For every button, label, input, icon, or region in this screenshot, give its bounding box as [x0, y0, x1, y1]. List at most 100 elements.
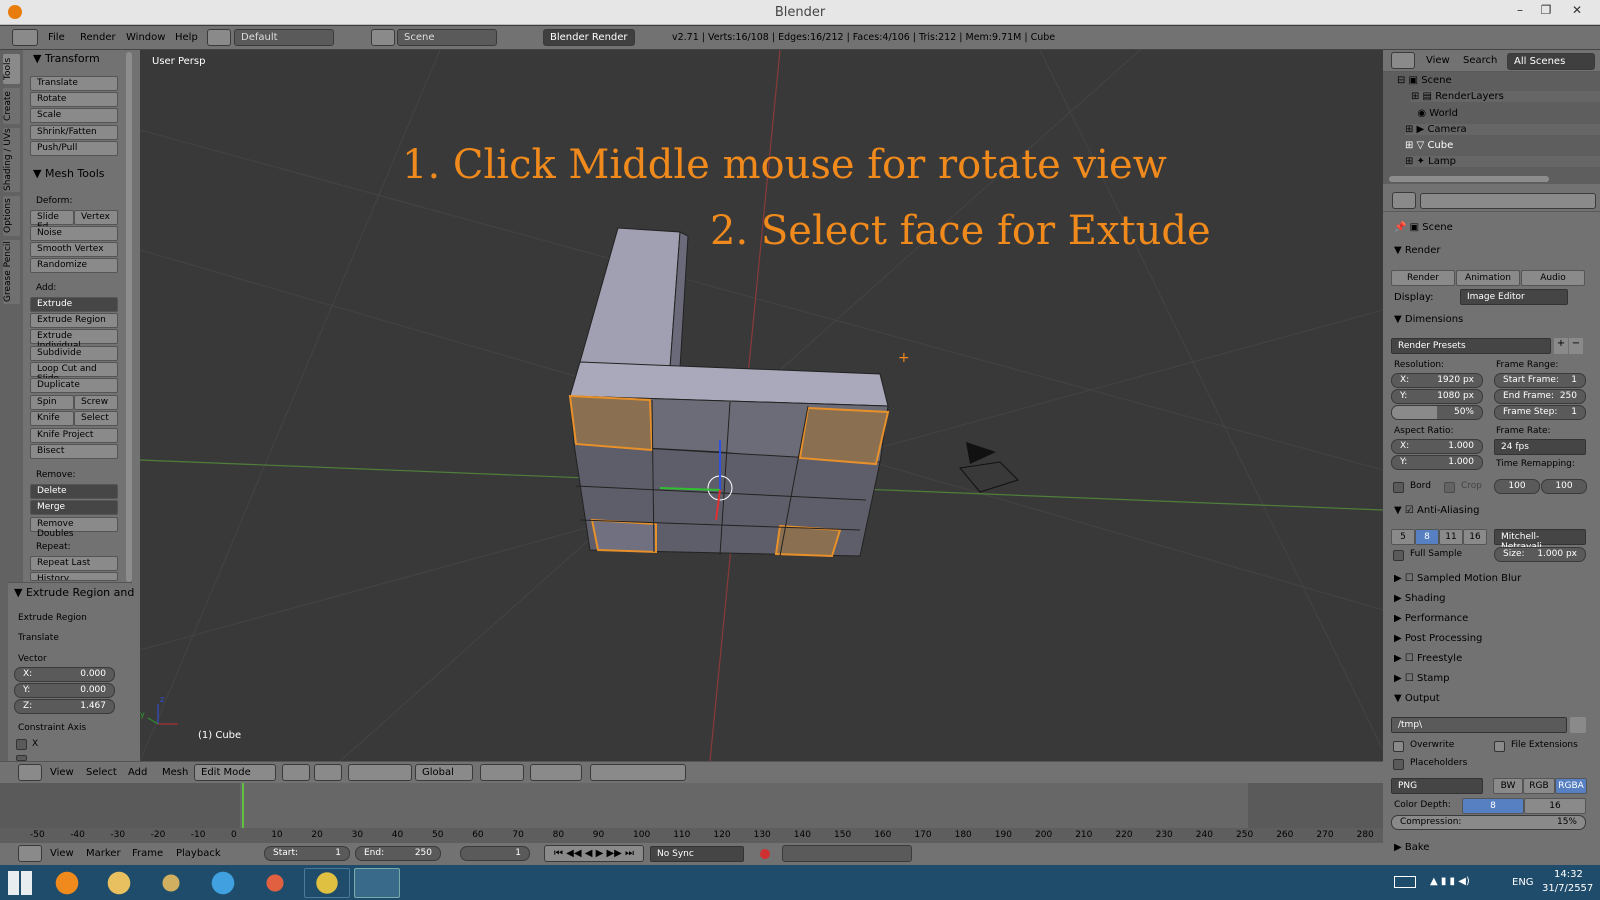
editor-type-icon[interactable]	[12, 29, 38, 46]
remap-old-field[interactable]: 100	[1494, 479, 1540, 494]
clock-date[interactable]: 31/7/2557	[1542, 883, 1593, 894]
view3d-menu-mesh[interactable]: Mesh	[162, 767, 188, 778]
history-button[interactable]: History...	[30, 572, 118, 581]
playback-controls[interactable]: ⏮ ◀◀ ◀ ▶ ▶▶ ⏭	[544, 845, 644, 862]
outliner-item-camera[interactable]: ⊞ ▶ Camera	[1405, 124, 1600, 135]
outliner-editor-icon[interactable]	[1391, 52, 1415, 69]
outliner-menu-search[interactable]: Search	[1463, 55, 1497, 66]
extrude-region-button[interactable]: Extrude Region	[30, 313, 118, 328]
resolution-percentage-field[interactable]: 50%	[1391, 405, 1483, 420]
timeline-editor-icon[interactable]	[18, 845, 42, 862]
file-format-selector[interactable]: PNG	[1391, 778, 1483, 794]
blender-taskbar-icon[interactable]	[354, 868, 400, 898]
aa-samples-16[interactable]: 16	[1463, 529, 1487, 545]
frame-rate-selector[interactable]: 24 fps	[1494, 439, 1586, 455]
tab-grease-pencil[interactable]: Grease Pencil	[3, 240, 20, 304]
outliner-item-world[interactable]: ◉ World	[1411, 108, 1458, 119]
randomize-button[interactable]: Randomize	[30, 258, 118, 273]
view3d-menu-view[interactable]: View	[50, 767, 74, 778]
knife-project-button[interactable]: Knife Project	[30, 428, 118, 443]
mesh-tools-panel-header[interactable]: ▼ Mesh Tools	[33, 167, 105, 180]
stamp-panel[interactable]: ▶ ☐ Stamp	[1394, 673, 1450, 684]
frame-step-field[interactable]: Frame Step: 1	[1494, 405, 1586, 420]
slide-edge-button[interactable]: Slide Ed	[30, 210, 74, 232]
freestyle-panel[interactable]: ▶ ☐ Freestyle	[1394, 653, 1462, 664]
noise-button[interactable]: Noise	[30, 226, 118, 241]
mode-selector[interactable]: Edit Mode	[194, 764, 276, 781]
tab-tools[interactable]: Tools	[3, 54, 20, 84]
aspect-y-field[interactable]: Y: 1.000	[1391, 455, 1483, 470]
render-panel-header[interactable]: ▼ Render	[1394, 245, 1440, 256]
color-rgba-button[interactable]: RGBA	[1555, 778, 1587, 794]
crop-checkbox[interactable]	[1444, 482, 1455, 493]
current-frame-field[interactable]: 1	[460, 846, 530, 861]
folder-icon[interactable]	[1570, 717, 1586, 733]
dimensions-panel-header[interactable]: ▼ Dimensions	[1394, 314, 1463, 325]
properties-editor-icon[interactable]	[1392, 192, 1416, 209]
sync-mode-selector[interactable]: No Sync	[650, 846, 744, 862]
color-depth-16[interactable]: 16	[1524, 798, 1586, 814]
vector-z-field[interactable]: Z: 1.467	[14, 699, 115, 714]
clock-time[interactable]: 14:32	[1554, 869, 1583, 880]
proportional-editing[interactable]	[530, 764, 582, 781]
vector-x-field[interactable]: X: 0.000	[14, 667, 115, 682]
keying-set-field[interactable]	[782, 845, 912, 862]
start-frame-prop-field[interactable]: Start Frame: 1	[1494, 373, 1586, 388]
orientation-selector[interactable]: Global	[415, 764, 473, 781]
timeline-current-frame[interactable]	[242, 783, 244, 828]
push-pull-button[interactable]: Push/Pull	[30, 141, 118, 156]
outliner-scope-selector[interactable]: All Scenes	[1507, 53, 1595, 70]
merge-dropdown[interactable]: Merge	[30, 500, 118, 515]
internet-explorer-icon[interactable]	[200, 868, 246, 898]
chrome-icon[interactable]	[304, 868, 350, 898]
minimize-button[interactable]: –	[1508, 3, 1532, 21]
close-button[interactable]: ✕	[1565, 3, 1589, 21]
extrude-individual-button[interactable]: Extrude Individual	[30, 329, 118, 351]
bisect-button[interactable]: Bisect	[30, 444, 118, 459]
color-bw-button[interactable]: BW	[1493, 778, 1523, 794]
outliner-scrollbar[interactable]	[1389, 176, 1549, 182]
end-frame-field[interactable]: End: 250	[355, 846, 441, 861]
shading-panel[interactable]: ▶ Shading	[1394, 593, 1446, 604]
outliner-item-lamp[interactable]: ⊞ ✦ Lamp	[1405, 156, 1600, 167]
scene-selector[interactable]: Scene	[397, 29, 497, 46]
layout-selector[interactable]: Default	[234, 29, 334, 46]
remap-new-field[interactable]: 100	[1541, 479, 1587, 494]
spin-button[interactable]: Spin	[30, 395, 74, 410]
aa-samples-11[interactable]: 11	[1439, 529, 1463, 545]
outliner-item-scene[interactable]: ⊟ ▣ Scene	[1397, 75, 1452, 86]
rotate-button[interactable]: Rotate	[30, 92, 118, 107]
timeline-area[interactable]: -50 -40 -30 -20 -10 0 10 20 30 40 50 60 70 80 90 100 110…	[0, 783, 1383, 843]
overwrite-checkbox[interactable]	[1393, 741, 1404, 752]
loop-cut-button[interactable]: Loop Cut and Slide	[30, 362, 118, 384]
shading-selector[interactable]	[282, 764, 310, 781]
tab-shading-uvs[interactable]: Shading / UVs	[3, 128, 20, 192]
aa-samples-8[interactable]: 8	[1415, 529, 1439, 545]
aspect-x-field[interactable]: X: 1.000	[1391, 439, 1483, 454]
knife-button[interactable]: Knife	[30, 411, 74, 426]
translate-button[interactable]: Translate	[30, 76, 118, 91]
tool-shelf-scrollbar[interactable]	[126, 52, 132, 582]
delete-dropdown[interactable]: Delete	[30, 484, 118, 499]
3d-viewport[interactable]: + User Persp 1. Click Middle mouse for r…	[140, 50, 1383, 761]
drawing-app-icon[interactable]	[252, 868, 298, 898]
color-rgb-button[interactable]: RGB	[1523, 778, 1555, 794]
knife-select-button[interactable]: Select	[74, 411, 118, 426]
transform-panel-header[interactable]: ▼ Transform	[33, 52, 100, 65]
extrude-dropdown[interactable]: Extrude	[30, 297, 118, 312]
render-presets-add-icon[interactable]: +	[1554, 338, 1568, 354]
resolution-x-field[interactable]: X: 1920 px	[1391, 373, 1483, 388]
snap-toggles[interactable]	[590, 764, 686, 781]
render-still-button[interactable]: Render	[1391, 270, 1455, 286]
properties-context-tabs[interactable]	[1420, 193, 1596, 209]
sampled-motion-blur-panel[interactable]: ▶ ☐ Sampled Motion Blur	[1394, 573, 1521, 584]
render-animation-button[interactable]: Animation	[1456, 270, 1520, 286]
scene-icon[interactable]	[371, 29, 395, 46]
view3d-menu-add[interactable]: Add	[128, 767, 147, 778]
vector-y-field[interactable]: Y: 0.000	[14, 683, 115, 698]
bake-panel[interactable]: ▶ Bake	[1394, 842, 1429, 853]
anti-aliasing-panel-header[interactable]: ▼ ☑ Anti-Aliasing	[1394, 505, 1479, 516]
pencil-app-icon[interactable]	[148, 868, 194, 898]
aa-size-field[interactable]: Size: 1.000 px	[1494, 547, 1586, 562]
file-extensions-checkbox[interactable]	[1494, 741, 1505, 752]
